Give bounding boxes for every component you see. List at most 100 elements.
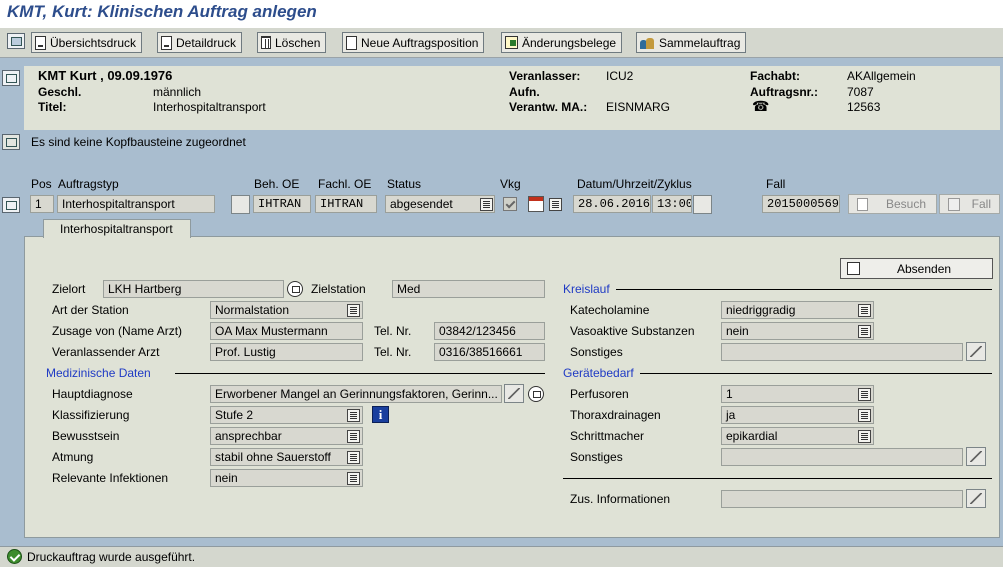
vkg-checkbox[interactable] (503, 197, 517, 211)
fall-header: Fall (766, 177, 786, 191)
vasoaktive-field[interactable]: nein (721, 322, 874, 340)
sammelauftrag-button[interactable]: Sammelauftrag (636, 32, 747, 53)
calendar-dropdown-icon[interactable] (549, 198, 562, 211)
perfusoren-dropdown-icon[interactable] (858, 388, 871, 401)
overview-icon[interactable] (7, 33, 25, 49)
datum-header: Datum/Uhrzeit/Zyklus (577, 177, 692, 191)
atmung-dropdown-icon[interactable] (347, 451, 360, 464)
zielstation-label: Zielstation (311, 282, 366, 296)
zielort-search-icon[interactable] (287, 281, 303, 297)
fachl-oe-header: Fachl. OE (318, 177, 372, 191)
katecholamine-label: Katecholamine (570, 303, 650, 317)
thoraxdrainagen-field[interactable]: ja (721, 406, 874, 424)
aufn-label: Aufn. (509, 85, 540, 99)
zielstation-field[interactable]: Med (392, 280, 545, 298)
art-station-field[interactable]: Normalstation (210, 301, 363, 319)
bewusstsein-field[interactable]: ansprechbar (210, 427, 363, 445)
hauptdiagnose-edit-icon[interactable] (504, 384, 524, 403)
art-station-label: Art der Station (52, 303, 129, 317)
beh-oe-field[interactable]: IHTRAN (253, 195, 311, 213)
thoraxdrainagen-dropdown-icon[interactable] (858, 409, 871, 422)
neue-auftragsposition-button[interactable]: Neue Auftragsposition (342, 32, 485, 53)
infektionen-field[interactable]: nein (210, 469, 363, 487)
atmung-field[interactable]: stabil ohne Sauerstoff (210, 448, 363, 466)
schrittmacher-dropdown-icon[interactable] (858, 430, 871, 443)
tel2-label: Tel. Nr. (374, 345, 412, 359)
klassifizierung-dropdown-icon[interactable] (347, 409, 360, 422)
vasoaktive-dropdown-icon[interactable] (858, 325, 871, 338)
schrittmacher-label: Schrittmacher (570, 429, 645, 443)
time-field[interactable]: 13:00 (652, 195, 692, 213)
hauptdiagnose-field[interactable]: Erworbener Mangel an Gerinnungsfaktoren,… (210, 385, 502, 403)
besuch-button[interactable]: Besuch (848, 194, 937, 214)
perfusoren-field[interactable]: 1 (721, 385, 874, 403)
patient-header-panel: KMT Kurt , 09.09.1976 Geschl. männlich T… (24, 66, 1000, 130)
fachl-oe-field[interactable]: IHTRAN (315, 195, 377, 213)
zus-informationen-edit-icon[interactable] (966, 489, 986, 508)
tab-interhospitaltransport[interactable]: Interhospitaltransport (43, 219, 191, 238)
geschl-value: männlich (153, 85, 202, 99)
katecholamine-dropdown-icon[interactable] (858, 304, 871, 317)
ou-selector-icon[interactable] (231, 195, 250, 214)
status-dropdown-icon[interactable] (480, 198, 493, 211)
zusage-field[interactable]: OA Max Mustermann (210, 322, 363, 340)
header-toggle-icon[interactable] (2, 70, 20, 86)
fall-field[interactable]: 2015000569 (762, 195, 840, 213)
status-header: Status (387, 177, 422, 191)
sonstiges2-edit-icon[interactable] (966, 447, 986, 466)
infektionen-dropdown-icon[interactable] (347, 472, 360, 485)
tel1-label: Tel. Nr. (374, 324, 412, 338)
sonstiges1-edit-icon[interactable] (966, 342, 986, 361)
schrittmacher-field[interactable]: epikardial (721, 427, 874, 445)
aenderungsbelege-button[interactable]: Änderungsbelege (501, 32, 623, 53)
zusage-label: Zusage von (Name Arzt) (52, 324, 183, 338)
patient-name: KMT Kurt , 09.09.1976 (38, 68, 173, 83)
art-station-dropdown-icon[interactable] (347, 304, 360, 317)
sonstiges1-field[interactable] (721, 343, 963, 361)
bewusstsein-dropdown-icon[interactable] (347, 430, 360, 443)
verantw-label: Verantw. MA.: (509, 100, 588, 114)
auftragstyp-field[interactable]: Interhospitaltransport (57, 195, 215, 213)
tel2-field[interactable]: 0316/38516661 (434, 343, 545, 361)
print-detail-icon (161, 35, 172, 50)
medizinische-daten-heading: Medizinische Daten (46, 366, 151, 380)
klassifizierung-field[interactable]: Stufe 2 (210, 406, 363, 424)
calendar-icon[interactable] (528, 196, 544, 212)
verantw-value: EISNMARG (606, 100, 671, 114)
tel1-field[interactable]: 03842/123456 (434, 322, 545, 340)
zus-informationen-field[interactable] (721, 490, 963, 508)
geraetebedarf-heading: Gerätebedarf (563, 366, 634, 380)
pos-field[interactable]: 1 (30, 195, 54, 213)
status-field[interactable]: abgesendet (385, 195, 495, 213)
veranlassender-arzt-field[interactable]: Prof. Lustig (210, 343, 363, 361)
zielort-field[interactable]: LKH Hartberg (103, 280, 284, 298)
detaildruck-button[interactable]: Detaildruck (157, 32, 243, 53)
kreislauf-heading: Kreislauf (563, 282, 610, 296)
fachabt-value: AKAllgemein (847, 69, 916, 83)
info-icon[interactable]: i (372, 406, 389, 423)
katecholamine-field[interactable]: niedriggradig (721, 301, 874, 319)
new-document-icon (346, 35, 357, 50)
kopf-toggle-icon[interactable] (2, 134, 20, 150)
fall-button[interactable]: Fall (939, 194, 1000, 214)
hauptdiagnose-search-icon[interactable] (528, 386, 544, 402)
absenden-button[interactable]: Absenden (840, 258, 993, 279)
geschl-label: Geschl. (38, 85, 82, 99)
veranlassender-arzt-label: Veranlassender Arzt (52, 345, 160, 359)
veranlasser-value: ICU2 (606, 69, 634, 83)
fall-icon (948, 197, 960, 211)
group-order-icon (640, 36, 655, 50)
klassifizierung-label: Klassifizierung (52, 408, 130, 422)
loeschen-button[interactable]: Löschen (257, 32, 327, 53)
position-toggle-icon[interactable] (2, 197, 20, 213)
bewusstsein-label: Bewusstsein (52, 429, 120, 443)
medizinische-daten-divider (175, 373, 545, 374)
kopf-message: Es sind keine Kopfbausteine zugeordnet (31, 135, 246, 149)
cycle-icon[interactable] (693, 195, 712, 214)
zielort-label: Zielort (52, 282, 86, 296)
perfusoren-label: Perfusoren (570, 387, 629, 401)
kreislauf-divider (616, 289, 992, 290)
date-field[interactable]: 28.06.2016 (573, 195, 651, 213)
uebersichtsdruck-button[interactable]: Übersichtsdruck (31, 32, 143, 53)
sonstiges2-field[interactable] (721, 448, 963, 466)
